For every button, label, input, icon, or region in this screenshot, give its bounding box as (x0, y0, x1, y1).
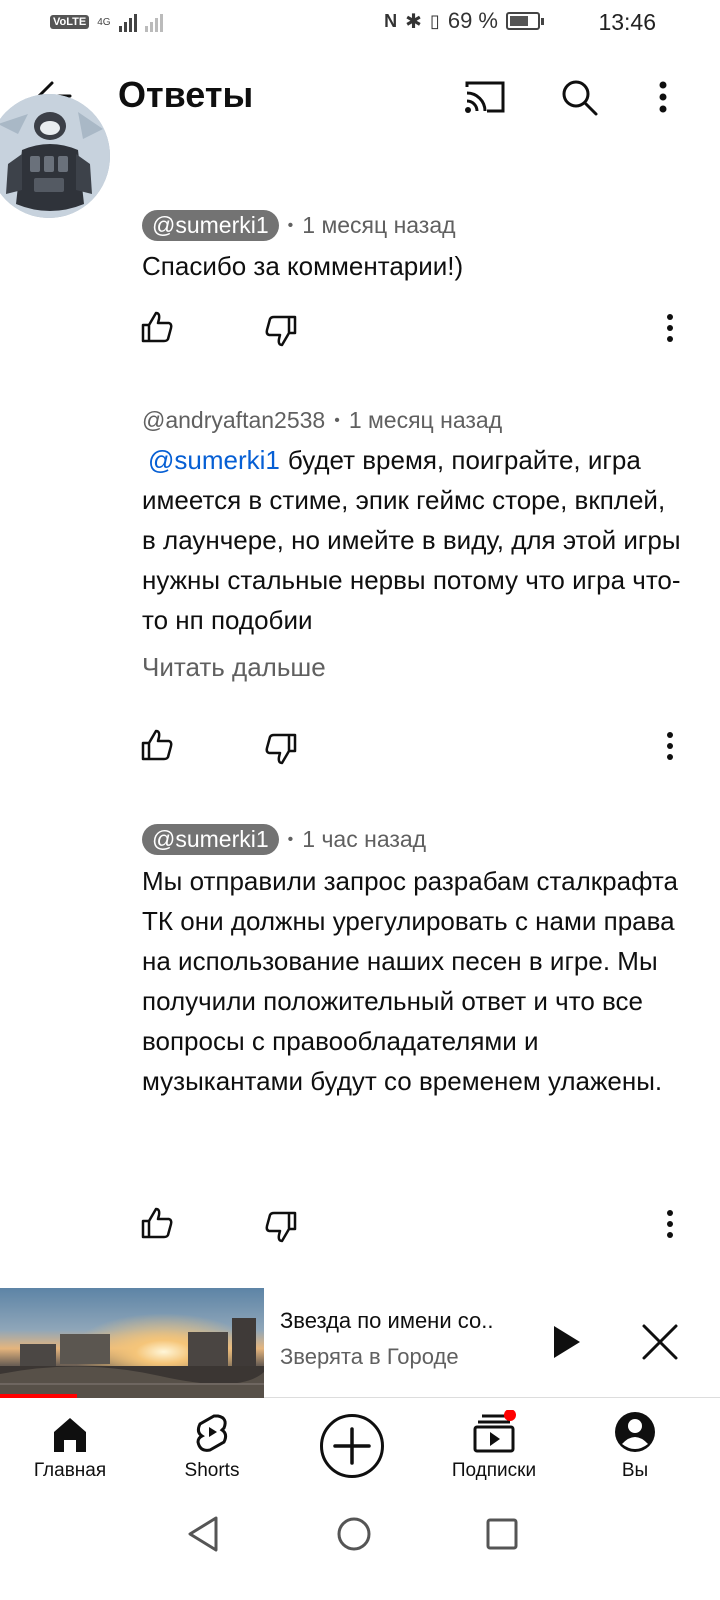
network-type: 4G (97, 16, 111, 28)
clock: 13:46 (598, 9, 656, 35)
dislike-icon[interactable] (264, 732, 300, 768)
nav-subscriptions-label: Подписки (451, 1460, 537, 1481)
search-icon[interactable] (556, 74, 602, 120)
nav-subscriptions[interactable]: Подписки (434, 1410, 554, 1482)
battery-icon (506, 12, 544, 30)
more-vert-icon[interactable] (640, 74, 686, 120)
progress-bar[interactable] (0, 1394, 77, 1398)
comment-time: 1 месяц назад (348, 407, 503, 433)
system-back-icon[interactable] (180, 1510, 228, 1558)
comment-meta: @sumerki1 • 1 час назад (142, 824, 426, 855)
author-handle[interactable]: @sumerki1 (142, 210, 279, 241)
comment-actions (0, 310, 720, 350)
volte-badge: VoLTE (50, 15, 90, 29)
comment-meta: @sumerki1 • 1 месяц назад (142, 210, 456, 241)
comment-more-icon[interactable] (656, 310, 684, 346)
status-right: N ✱ ▯ 69 % (384, 8, 544, 34)
page-title: Ответы (118, 74, 254, 115)
separator-dot: • (287, 216, 294, 234)
comment-more-icon[interactable] (656, 728, 684, 764)
like-icon[interactable] (140, 310, 176, 346)
system-home-icon[interactable] (330, 1510, 378, 1558)
avatar[interactable] (0, 94, 110, 218)
read-more-link[interactable]: Читать дальше (142, 652, 326, 683)
comment-text: Спасибо за комментарии!) (142, 251, 464, 281)
nav-home[interactable]: Главная (10, 1410, 130, 1482)
status-bar: VoLTE 4G N ✱ ▯ 69 % 13:46 (0, 0, 720, 48)
cast-icon[interactable] (462, 74, 508, 120)
comment-time: 1 месяц назад (302, 212, 456, 238)
separator-dot: • (334, 411, 340, 429)
dislike-icon[interactable] (264, 1210, 300, 1246)
comment-time: 1 час назад (302, 826, 427, 852)
mini-player[interactable]: Звезда по имени со.. Зверята в Городе (0, 1288, 720, 1398)
bluetooth-icon: ✱ (405, 10, 422, 33)
battery-percent: 69 % (447, 8, 498, 33)
nav-you[interactable]: Вы (575, 1410, 695, 1482)
create-button[interactable] (320, 1414, 384, 1478)
comment-actions (0, 728, 720, 768)
nav-shorts[interactable]: Shorts (152, 1410, 272, 1482)
comment-text: @sumerki1 будет время, поиграйте, игра им… (142, 440, 682, 640)
mini-player-channel: Зверята в Городе (280, 1344, 459, 1369)
nav-shorts-label: Shorts (184, 1460, 240, 1481)
nav-you-label: Вы (621, 1460, 649, 1481)
mention-link[interactable]: @sumerki1 (148, 445, 280, 475)
play-icon[interactable] (548, 1322, 584, 1362)
like-icon[interactable] (140, 1206, 176, 1242)
author-handle[interactable]: @sumerki1 (142, 824, 279, 855)
video-thumbnail[interactable] (0, 1288, 264, 1398)
nfc-icon: N (384, 10, 398, 31)
status-left: VoLTE 4G (50, 12, 163, 32)
nav-home-label: Главная (33, 1460, 107, 1481)
mini-player-title[interactable]: Звезда по имени со.. (280, 1308, 493, 1334)
like-icon[interactable] (140, 728, 176, 764)
app-header: Ответы (0, 58, 720, 134)
signal-icon (118, 12, 137, 32)
notification-dot (504, 1410, 516, 1421)
dislike-icon[interactable] (264, 314, 300, 350)
system-nav-bar (0, 1500, 720, 1600)
close-icon[interactable] (640, 1322, 680, 1362)
separator-dot: • (287, 830, 294, 848)
vibrate-icon: ▯ (429, 10, 440, 31)
system-recents-icon[interactable] (478, 1510, 526, 1558)
signal-2-icon (144, 12, 163, 32)
bottom-nav: Главная Shorts Подписки Вы (0, 1400, 720, 1500)
comment-more-icon[interactable] (656, 1206, 684, 1242)
comment-actions (0, 1206, 720, 1246)
comment-meta: @andryaftan2538 • 1 месяц назад (142, 407, 502, 434)
comment-text: Мы отправили запрос разрабам сталкрафта … (142, 866, 678, 1096)
author-handle[interactable]: @andryaftan2538 (142, 407, 325, 434)
